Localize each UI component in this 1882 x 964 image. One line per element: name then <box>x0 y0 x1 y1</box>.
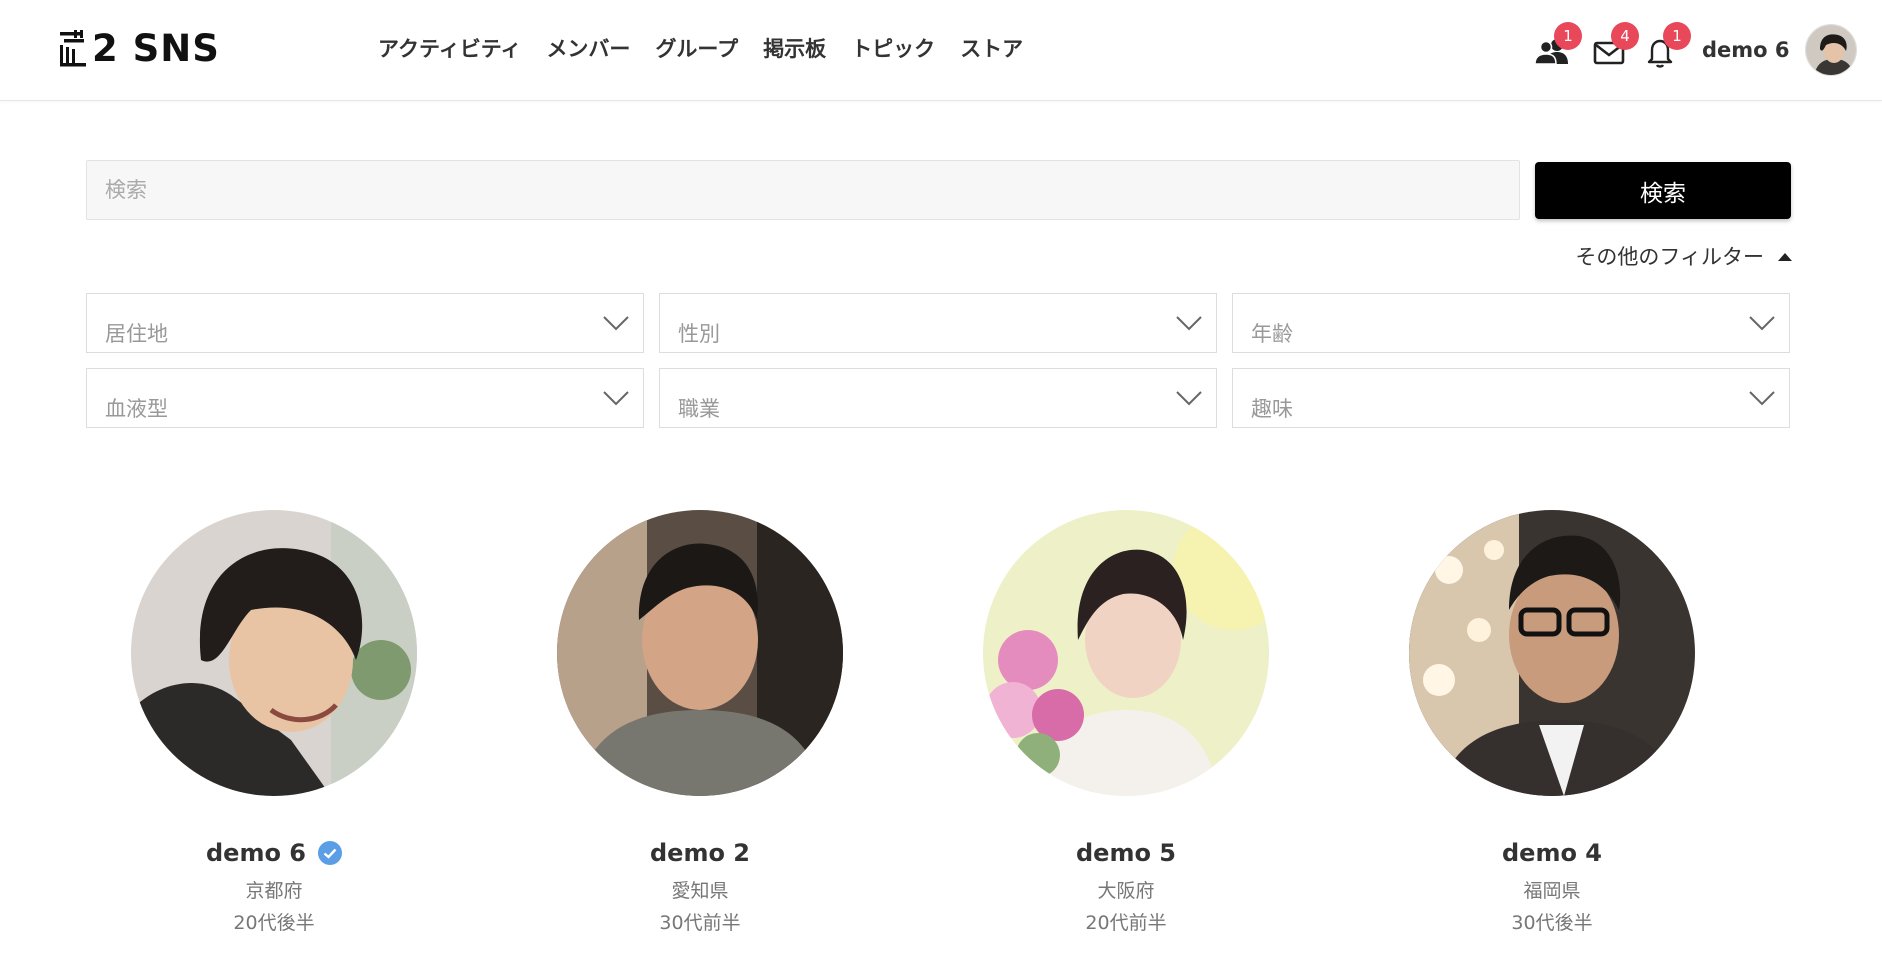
member-age: 30代前半 <box>659 912 741 934</box>
site-logo[interactable]: 2 SNS <box>58 28 220 70</box>
member-name-row: demo 4 <box>1502 836 1602 870</box>
chevron-down-icon <box>1176 391 1202 406</box>
filter-occupation-select[interactable]: 職業 <box>659 368 1217 428</box>
more-filters-label: その他のフィルター <box>1575 245 1764 269</box>
nav-item-topics[interactable]: トピック <box>851 33 935 65</box>
search-input[interactable] <box>86 160 1520 220</box>
member-name[interactable]: demo 6 <box>206 836 306 870</box>
member-age: 30代後半 <box>1511 912 1593 934</box>
friends-badge: 1 <box>1554 22 1582 50</box>
friend-requests-button[interactable]: 1 <box>1534 22 1582 68</box>
current-user-name[interactable]: demo 6 <box>1702 34 1790 66</box>
member-avatar[interactable] <box>1409 510 1695 796</box>
member-location: 大阪府 <box>1097 880 1155 902</box>
notifications-button[interactable]: 1 <box>1643 22 1691 68</box>
member-location: 愛知県 <box>671 880 729 902</box>
member-avatar[interactable] <box>131 510 417 796</box>
current-user-avatar[interactable] <box>1805 24 1857 76</box>
member-card[interactable]: demo 6 京都府 20代後半 <box>131 510 417 936</box>
member-age: 20代前半 <box>1085 912 1167 934</box>
bell-badge: 1 <box>1663 22 1691 50</box>
caret-up-icon <box>1778 253 1792 261</box>
filter-blood-type-placeholder: 血液型 <box>105 397 168 421</box>
nav-item-groups[interactable]: グループ <box>655 33 738 65</box>
filter-gender-placeholder: 性別 <box>678 322 720 346</box>
mail-badge: 4 <box>1611 22 1639 50</box>
filter-hobby-placeholder: 趣味 <box>1251 397 1293 421</box>
verified-badge-icon <box>318 841 342 865</box>
logo-text: 2 SNS <box>92 27 220 70</box>
chevron-down-icon <box>603 391 629 406</box>
member-name-row: demo 6 <box>206 836 342 870</box>
member-location: 福岡県 <box>1523 880 1581 902</box>
filter-residence-placeholder: 居住地 <box>105 322 168 346</box>
nav-item-members[interactable]: メンバー <box>546 33 630 65</box>
member-card[interactable]: demo 2 愛知県 30代前半 <box>557 510 843 936</box>
member-name-row: demo 2 <box>650 836 750 870</box>
member-name[interactable]: demo 4 <box>1502 836 1602 870</box>
member-avatar[interactable] <box>557 510 843 796</box>
filter-hobby-select[interactable]: 趣味 <box>1232 368 1790 428</box>
main-nav: アクティビティ メンバー グループ 掲示板 トピック ストア <box>378 33 1048 65</box>
logo-mark-icon <box>60 30 86 67</box>
member-name[interactable]: demo 2 <box>650 836 750 870</box>
member-location: 京都府 <box>245 880 303 902</box>
chevron-down-icon <box>1749 391 1775 406</box>
nav-item-board[interactable]: 掲示板 <box>763 33 826 65</box>
filter-occupation-placeholder: 職業 <box>678 397 720 421</box>
member-card[interactable]: demo 5 大阪府 20代前半 <box>983 510 1269 936</box>
member-avatar[interactable] <box>983 510 1269 796</box>
filter-gender-select[interactable]: 性別 <box>659 293 1217 353</box>
messages-button[interactable]: 4 <box>1591 22 1639 68</box>
filter-age-placeholder: 年齢 <box>1251 322 1293 346</box>
filter-residence-select[interactable]: 居住地 <box>86 293 644 353</box>
nav-item-store[interactable]: ストア <box>960 33 1023 65</box>
search-button[interactable]: 検索 <box>1535 162 1791 219</box>
member-name-row: demo 5 <box>1076 836 1176 870</box>
more-filters-toggle[interactable]: その他のフィルター <box>1575 242 1792 272</box>
filter-blood-type-select[interactable]: 血液型 <box>86 368 644 428</box>
nav-item-activity[interactable]: アクティビティ <box>378 33 521 65</box>
member-age: 20代後半 <box>233 912 315 934</box>
site-header: 2 SNS アクティビティ メンバー グループ 掲示板 トピック ストア 1 4 <box>0 0 1882 101</box>
member-card[interactable]: demo 4 福岡県 30代後半 <box>1409 510 1695 936</box>
chevron-down-icon <box>1749 316 1775 331</box>
chevron-down-icon <box>603 316 629 331</box>
filter-age-select[interactable]: 年齢 <box>1232 293 1790 353</box>
member-name[interactable]: demo 5 <box>1076 836 1176 870</box>
chevron-down-icon <box>1176 316 1202 331</box>
